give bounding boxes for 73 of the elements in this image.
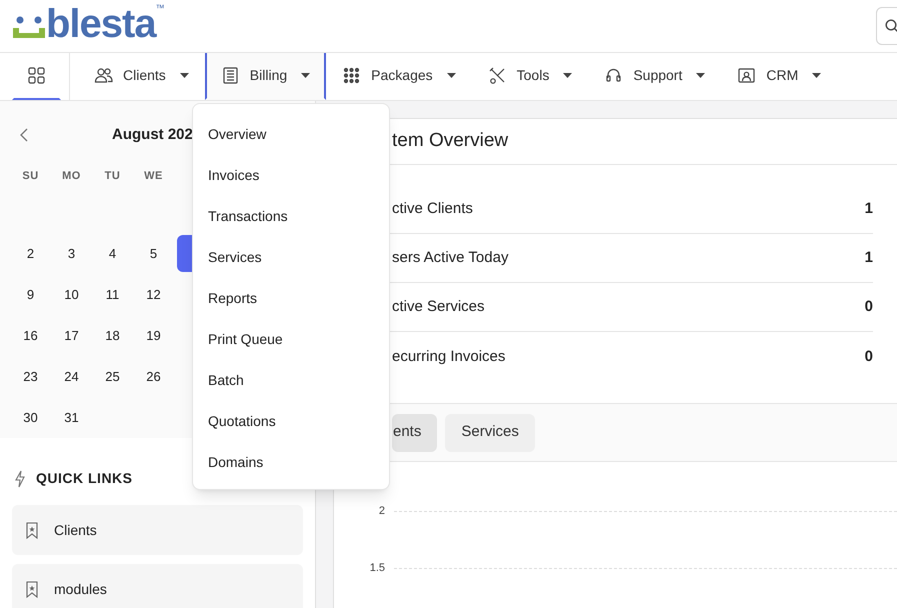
card-title: tem Overview (392, 129, 508, 154)
axis-label: 2 (378, 504, 385, 520)
bookmark-icon (26, 522, 38, 538)
calendar-day[interactable]: 24 (64, 366, 79, 386)
weekday-label: TU (104, 168, 120, 184)
calendar-day[interactable]: 5 (150, 244, 158, 264)
caret-icon (563, 73, 572, 78)
calendar-month: August 202 (112, 124, 193, 145)
caret-icon (446, 73, 456, 78)
quick-link[interactable]: Clients (12, 505, 303, 555)
stat-label: ctive Services (392, 297, 485, 318)
tools-icon (488, 66, 507, 85)
search-icon (885, 19, 897, 33)
calendar-day[interactable]: 17 (64, 326, 79, 346)
calendar-day[interactable]: 9 (26, 284, 34, 304)
logo-text: blesta (46, 4, 156, 44)
menu-item[interactable]: Overview (208, 114, 374, 155)
stat-label: sers Active Today (392, 248, 508, 268)
calendar-day[interactable]: 10 (64, 284, 79, 304)
caret-icon (301, 73, 310, 78)
people-icon (94, 66, 113, 85)
dots-grid-icon (342, 66, 362, 85)
document-icon (220, 66, 240, 85)
menu-item[interactable]: Invoices (208, 155, 374, 196)
calendar-day[interactable]: 30 (23, 408, 38, 428)
trademark-text: ™ (156, 2, 165, 13)
calendar-day[interactable]: 12 (146, 284, 161, 304)
stat-label: ecurring Invoices (392, 346, 506, 367)
calendar-day[interactable]: 25 (105, 366, 120, 386)
nav-menu-button[interactable]: Billing (204, 53, 326, 100)
calendar-day[interactable]: 3 (68, 244, 76, 264)
nav-menu-button[interactable]: Clients (78, 53, 205, 100)
grid-icon (27, 66, 46, 85)
stat-value: 1 (864, 248, 873, 268)
menu-item[interactable]: Domains (208, 442, 374, 483)
bookmark-icon (26, 580, 38, 598)
weekday-label: SU (22, 168, 39, 184)
weekday-label: MO (62, 168, 81, 184)
caret-icon (180, 73, 189, 78)
nav-menu-button[interactable]: Support (588, 53, 722, 100)
chart-tab[interactable]: ents (392, 414, 438, 452)
caret-icon (812, 73, 822, 78)
nav-menu-button[interactable]: Packages (326, 53, 472, 100)
menu-item[interactable]: Services (208, 237, 374, 278)
menu-item[interactable]: Transactions (208, 196, 374, 237)
calendar-day[interactable]: 19 (146, 326, 161, 346)
weekday-label: WE (144, 168, 163, 184)
caret-icon (696, 73, 706, 78)
menu-item[interactable]: Reports (208, 278, 374, 319)
calendar-day[interactable]: 23 (23, 366, 38, 386)
stat-value: 0 (864, 346, 873, 367)
axis-label: 1.5 (368, 561, 385, 576)
chevron-left-icon[interactable] (19, 127, 29, 143)
calendar-day[interactable]: 26 (146, 366, 161, 386)
calendar-day[interactable]: 18 (105, 326, 120, 346)
stat-label: ctive Clients (392, 199, 473, 220)
nav-menu-button[interactable]: CRM (721, 53, 838, 100)
calendar-day[interactable]: 31 (64, 408, 79, 428)
quick-links-heading: QUICK LINKS (36, 469, 132, 488)
menu-item[interactable]: Print Queue (208, 319, 374, 360)
calendar-day[interactable]: 16 (23, 326, 38, 346)
stat-value: 1 (864, 199, 873, 220)
stat-value: 0 (864, 297, 873, 318)
calendar-day[interactable]: 2 (26, 244, 34, 264)
contact-card-icon (737, 66, 756, 85)
chart-tab[interactable]: Services (445, 414, 535, 452)
lightning-icon (14, 470, 26, 488)
quick-link[interactable]: modules (12, 564, 303, 608)
menu-item[interactable]: Batch (208, 360, 374, 401)
menu-item[interactable]: Quotations (208, 401, 374, 442)
nav-menu-button[interactable]: Tools (472, 53, 588, 100)
calendar-day[interactable]: 11 (106, 284, 120, 304)
calendar-day[interactable]: 4 (108, 244, 116, 264)
